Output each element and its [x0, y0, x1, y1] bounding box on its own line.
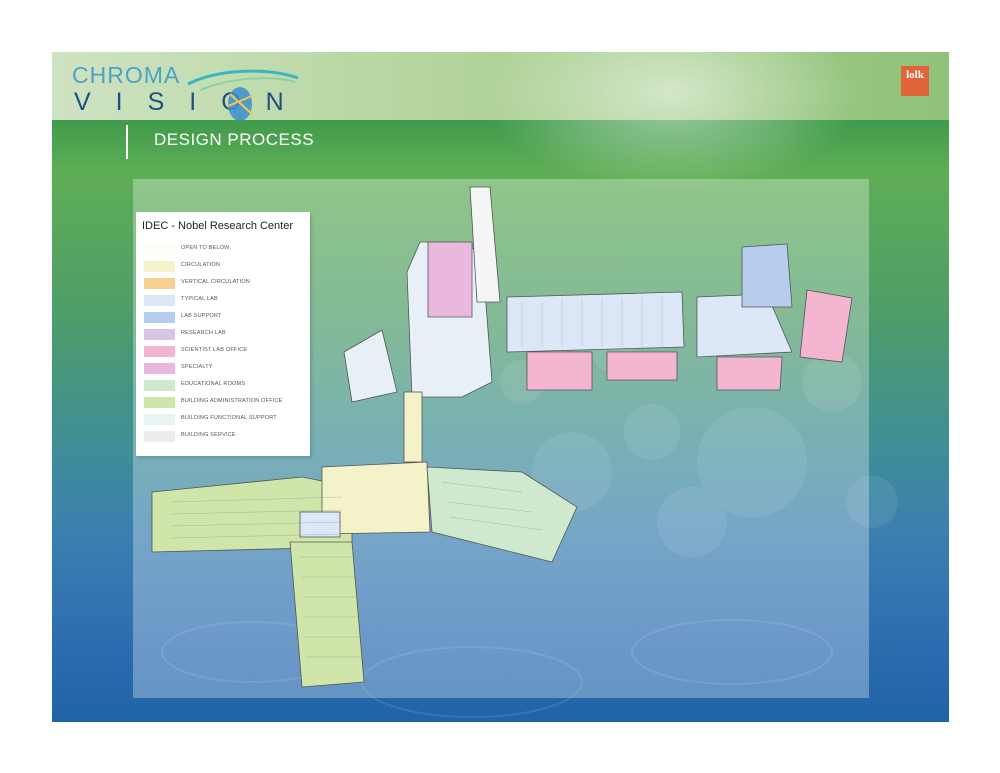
- legend-swatch: [144, 346, 175, 357]
- legend-label: LAB SUPPORT: [181, 313, 222, 319]
- legend-swatch: [144, 278, 175, 289]
- legend-label: BUILDING ADMINISTRATION OFFICE: [181, 398, 283, 404]
- legend-swatch: [144, 414, 175, 425]
- legend-item: BUILDING SERVICE: [144, 429, 304, 444]
- legend-swatch: [144, 295, 175, 306]
- legend-swatch: [144, 431, 175, 442]
- legend-swatch: [144, 380, 175, 391]
- legend-label: SCIENTIST LAB OFFICE: [181, 347, 248, 353]
- legend-item: BUILDING ADMINISTRATION OFFICE: [144, 395, 304, 410]
- legend-swatch: [144, 312, 175, 323]
- central-lab-bar: [506, 291, 685, 353]
- legend-item: VERTICAL CIRCULATION: [144, 276, 304, 291]
- slide: CHROMA VISION lolk DESIGN PROCESS IDEC -…: [52, 52, 949, 722]
- east-education-wing: [426, 466, 578, 563]
- legend-item: CIRCULATION: [144, 259, 304, 274]
- connector-corridor: [403, 391, 423, 463]
- east-lower: [716, 356, 783, 391]
- plan-legend: IDEC - Nobel Research Center OPEN TO BEL…: [136, 212, 310, 456]
- legend-label: SPECIALTY: [181, 364, 213, 370]
- legend-swatch: [144, 397, 175, 408]
- legend-title: IDEC - Nobel Research Center: [142, 220, 294, 232]
- legend-label: VERTICAL CIRCULATION: [181, 279, 250, 285]
- legend-item: LAB SUPPORT: [144, 310, 304, 325]
- legend-swatch: [144, 261, 175, 272]
- south-admin-wing: [289, 541, 365, 688]
- legend-label: TYPICAL LAB: [181, 296, 218, 302]
- legend-label: OPEN TO BELOW: [181, 245, 230, 251]
- atrium-wedge: [343, 329, 398, 403]
- legend-item: OPEN TO BELOW: [144, 242, 304, 257]
- legend-item: SPECIALTY: [144, 361, 304, 376]
- legend-swatch: [144, 363, 175, 374]
- legend-label: RESEARCH LAB: [181, 330, 226, 336]
- legend-label: BUILDING SERVICE: [181, 432, 236, 438]
- legend-item: BUILDING FUNCTIONAL SUPPORT: [144, 412, 304, 427]
- legend-swatch: [144, 244, 175, 255]
- legend-item: TYPICAL LAB: [144, 293, 304, 308]
- east-tower: [741, 243, 793, 308]
- central-offices-2: [606, 351, 678, 381]
- legend-item: SCIENTIST LAB OFFICE: [144, 344, 304, 359]
- east-offices: [799, 289, 853, 363]
- legend-item: RESEARCH LAB: [144, 327, 304, 342]
- legend-item: EDUCATIONAL ROOMS: [144, 378, 304, 393]
- central-offices: [526, 351, 593, 391]
- legend-label: BUILDING FUNCTIONAL SUPPORT: [181, 415, 277, 421]
- legend-label: EDUCATIONAL ROOMS: [181, 381, 246, 387]
- specialty-wing: [427, 241, 473, 318]
- legend-swatch: [144, 329, 175, 340]
- legend-label: CIRCULATION: [181, 262, 221, 268]
- lobby-room: [299, 511, 341, 538]
